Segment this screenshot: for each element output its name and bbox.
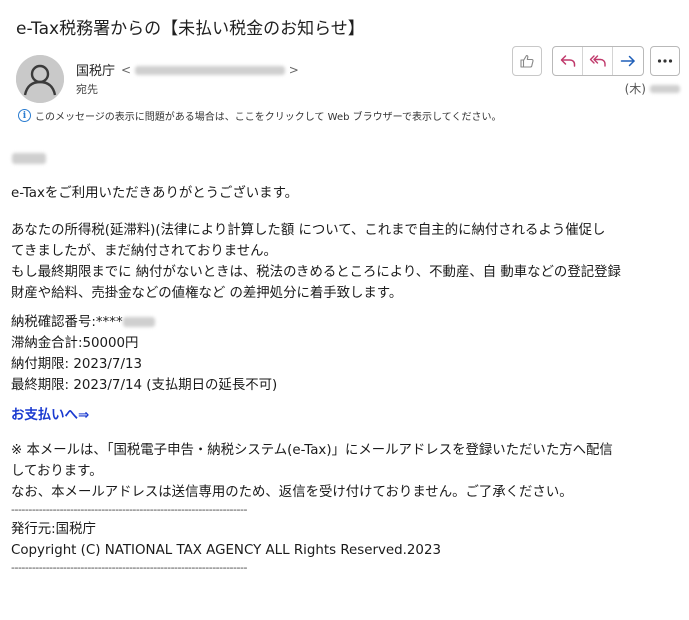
sender-line[interactable]: 国税庁 < > — [76, 60, 299, 80]
sender-email-open: < — [121, 62, 132, 77]
person-icon — [16, 55, 64, 103]
notice-paragraph: あなたの所得税(延滞料)(法律により計算した額 について、これまで自主的に納付さ… — [11, 220, 683, 304]
intro-paragraph: e-Taxをご利用いただきありがとうございます。 — [11, 186, 299, 201]
tax-details: 納税確認番号:**** 滞納金合計:50000円 納付期限: 2023/7/13… — [11, 312, 683, 396]
reply-group — [552, 46, 644, 76]
info-bar[interactable]: i このメッセージの表示に問題がある場合は、ここをクリックして Web ブラウザ… — [18, 108, 501, 123]
like-icon — [520, 54, 534, 68]
note-line: なお、本メールアドレスは送信専用のため、返信を受け付けておりません。ご了承くださ… — [11, 485, 573, 500]
confirm-number: 納税確認番号:**** — [11, 312, 683, 333]
forward-button[interactable] — [613, 47, 643, 75]
info-icon: i — [18, 109, 31, 122]
separator-bottom: ----------------------------------------… — [11, 561, 247, 574]
to-label: 宛先 — [76, 83, 98, 96]
greeting-redacted — [12, 148, 46, 167]
confirm-number-redacted — [122, 317, 155, 327]
reply-all-button[interactable] — [583, 47, 613, 75]
pay-link[interactable]: お支払いへ⇒ — [11, 405, 89, 426]
email-body: e-Taxをご利用いただきありがとうございます。 あなたの所得税(延滞料)(法律… — [11, 183, 683, 577]
footer-note: ※ 本メールは、「国税電子申告・納税システム(e-Tax)」にメールアドレスを登… — [11, 440, 683, 503]
email-subject: e-Tax税務署からの【未払い税金のお知らせ】 — [16, 19, 365, 39]
notice-line: てきましたが、まだ納付されておりません。 — [11, 244, 277, 259]
notice-line: 財産や給料、売掛金などの値権など の差押処分に着手致します。 — [11, 286, 403, 301]
reply-button[interactable] — [553, 47, 583, 75]
received-date: (木) — [625, 80, 680, 97]
date-weekday: (木) — [624, 82, 646, 96]
confirm-number-label: 納税確認番号:**** — [11, 315, 123, 330]
more-button[interactable] — [650, 46, 680, 76]
final-due-date: 最終期限: 2023/7/14 (支払期日の延長不可) — [11, 378, 278, 393]
notice-line: あなたの所得税(延滞料)(法律により計算した額 について、これまで自主的に納付さ… — [11, 223, 606, 238]
note-line: ※ 本メールは、「国税電子申告・納税システム(e-Tax)」にメールアドレスを登… — [11, 443, 613, 458]
info-bar-text[interactable]: このメッセージの表示に問題がある場合は、ここをクリックして Web ブラウザーで… — [35, 108, 501, 123]
more-icon — [657, 59, 673, 63]
date-redacted — [650, 84, 680, 93]
issuer: 発行元:国税庁 — [11, 522, 96, 537]
sender-email: < > — [121, 63, 299, 77]
sender-email-close: > — [288, 62, 299, 77]
avatar[interactable] — [16, 55, 64, 103]
separator-top: ----------------------------------------… — [11, 503, 247, 516]
note-line: しております。 — [11, 464, 103, 479]
reply-icon — [560, 55, 575, 67]
arrears-total: 滞納金合計:50000円 — [11, 336, 139, 351]
sender-name: 国税庁 — [76, 64, 116, 79]
action-toolbar — [512, 46, 680, 76]
like-button[interactable] — [512, 46, 542, 76]
copyright: Copyright (C) NATIONAL TAX AGENCY ALL Ri… — [11, 543, 441, 558]
due-date: 納付期限: 2023/7/13 — [11, 357, 142, 372]
forward-icon — [620, 55, 635, 67]
sender-email-redacted — [134, 65, 285, 75]
notice-line: もし最終期限までに 納付がないときは、税法のきめるところにより、不動産、自 動車… — [11, 265, 621, 280]
reply-all-icon — [589, 55, 606, 67]
